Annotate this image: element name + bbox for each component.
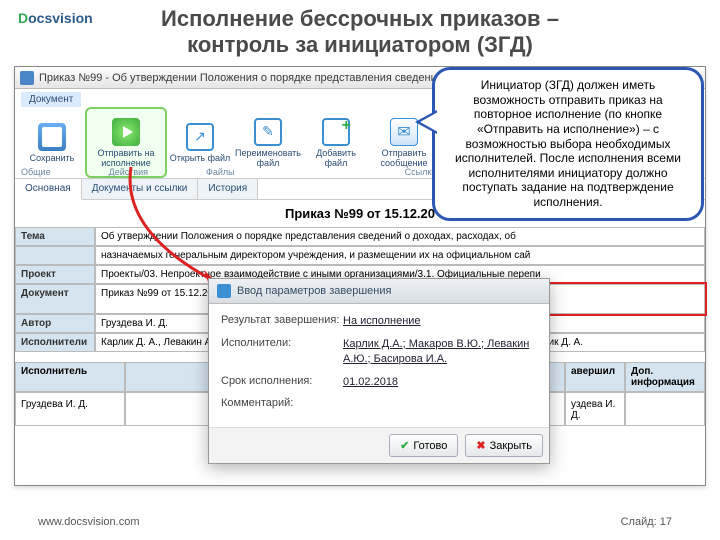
rename-icon — [254, 118, 282, 146]
result-value[interactable]: На исполнение — [343, 314, 537, 329]
ribbon-category-tab[interactable]: Документ — [21, 92, 81, 107]
result-label: Результат завершения: — [221, 314, 343, 329]
field-theme-label: Тема — [15, 227, 95, 246]
done-button[interactable]: ✔Готово — [389, 434, 458, 457]
field-theme-value2[interactable]: назначаемых генеральным директором учреж… — [95, 246, 705, 265]
col-executor: Исполнитель — [15, 362, 125, 392]
executors-value[interactable]: Карлик Д.А.; Макаров В.Ю.; Левакин А.Ю.;… — [343, 337, 537, 367]
col-completed: авершил — [565, 362, 625, 392]
field-executors-label: Исполнители — [15, 333, 95, 352]
dialog-titlebar[interactable]: Ввод параметров завершения — [209, 279, 549, 304]
close-button[interactable]: ✖Закрыть — [465, 434, 543, 457]
field-project-label: Проект — [15, 265, 95, 284]
open-file-button[interactable]: Открыть файл — [167, 109, 233, 176]
save-button[interactable]: Сохранить — [19, 109, 85, 176]
completion-parameters-dialog: Ввод параметров завершения Результат зав… — [208, 278, 550, 464]
field-document-label: Документ — [15, 284, 95, 314]
send-to-execution-button[interactable]: Отправить на исполнение — [87, 109, 165, 176]
ribbon-group-labels: Общие Действия Файлы Ссылки — [21, 167, 494, 177]
executors-label: Исполнители: — [221, 337, 343, 367]
envelope-icon — [390, 118, 418, 146]
comment-label: Комментарий: — [221, 397, 343, 409]
annotation-callout: Инициатор (ЗГД) должен иметь возможность… — [432, 67, 704, 221]
deadline-value[interactable]: 01.02.2018 — [343, 375, 537, 390]
slide-title: Исполнение бессрочных приказов – контрол… — [0, 6, 720, 59]
comment-value[interactable] — [343, 397, 537, 409]
table-row[interactable]: Груздева И. Д. — [15, 392, 125, 426]
rename-file-button[interactable]: Переименовать файл — [235, 109, 301, 176]
add-file-icon — [322, 118, 350, 146]
check-icon: ✔ — [400, 439, 409, 452]
tab-main[interactable]: Основная — [15, 179, 82, 200]
open-file-icon — [186, 123, 214, 151]
window-icon — [20, 71, 34, 85]
deadline-label: Срок исполнения: — [221, 375, 343, 390]
col-extra-info: Доп. информация — [625, 362, 705, 392]
save-icon — [38, 123, 66, 151]
play-icon — [112, 118, 140, 146]
field-author-label: Автор — [15, 314, 95, 333]
add-file-button[interactable]: Добавить файл — [303, 109, 369, 176]
footer-slide-number: Слайд: 17 — [621, 516, 672, 528]
tab-history[interactable]: История — [198, 179, 258, 199]
footer-url: www.docsvision.com — [38, 516, 139, 528]
field-theme-value[interactable]: Об утверждении Положения о порядке предс… — [95, 227, 705, 246]
tab-documents-links[interactable]: Документы и ссылки — [82, 179, 199, 199]
close-icon: ✖ — [476, 439, 485, 452]
